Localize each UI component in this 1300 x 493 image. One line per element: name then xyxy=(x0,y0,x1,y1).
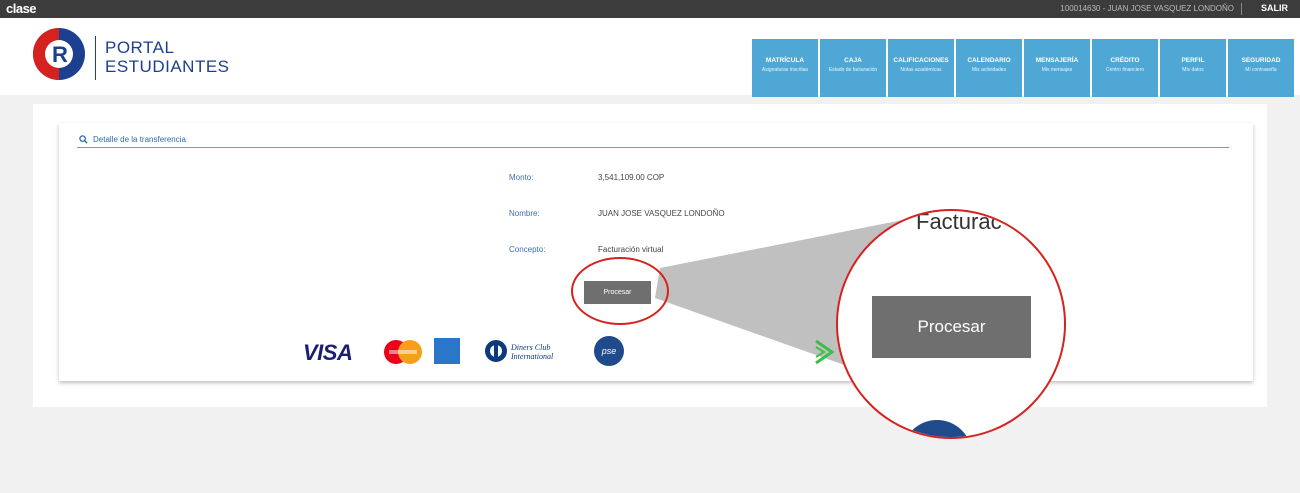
zoom-magnifier: Facturac Procesar xyxy=(836,209,1066,439)
zoom-callout-wedge xyxy=(655,213,1000,420)
zoom-partial-text: Facturac xyxy=(916,209,1002,234)
highlight-ring xyxy=(571,257,669,325)
mastercard-icon xyxy=(384,340,422,364)
amex-icon xyxy=(434,338,460,364)
visa-logo: VISA xyxy=(303,340,353,365)
diners-line-1: Diners Club xyxy=(510,343,550,352)
diners-line-2: International xyxy=(510,352,554,361)
zoom-pse-icon xyxy=(902,420,972,437)
chevron-right-icon xyxy=(815,339,835,365)
pse-icon: pse xyxy=(594,336,624,366)
diners-club-icon: Diners Club International xyxy=(485,340,554,362)
zoom-process-button: Procesar xyxy=(872,296,1031,358)
